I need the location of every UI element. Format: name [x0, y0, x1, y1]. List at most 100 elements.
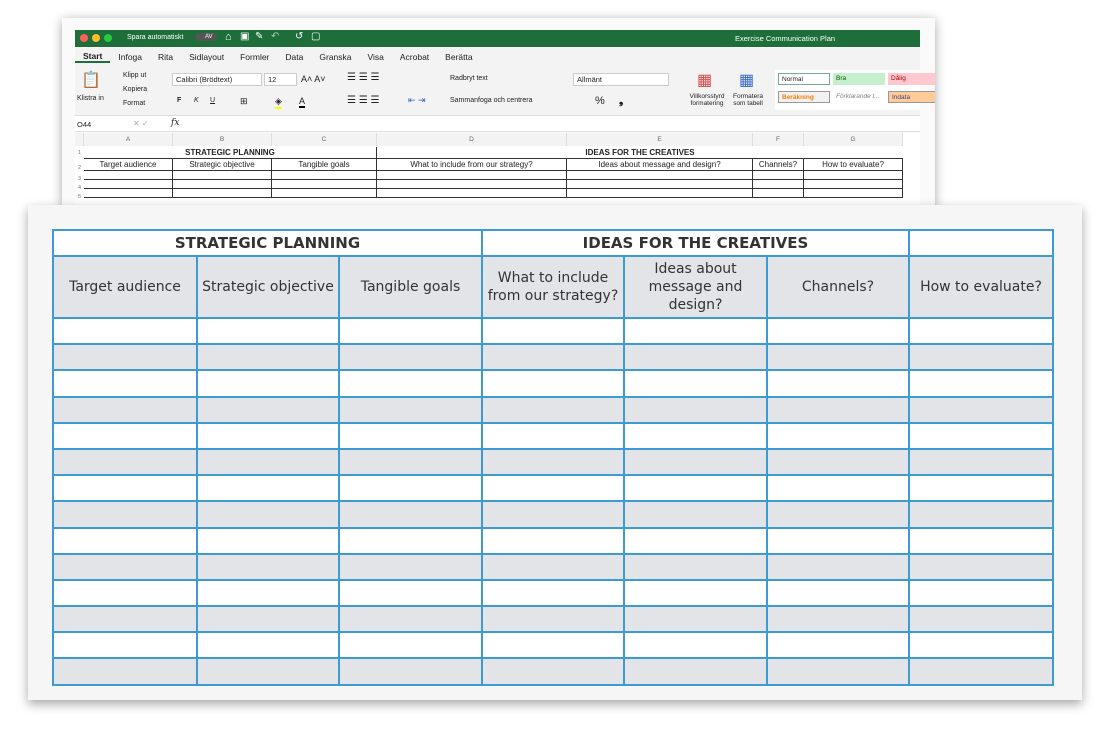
table-cell[interactable] — [908, 631, 1054, 660]
table-cell[interactable] — [908, 316, 1054, 346]
column-header-b[interactable]: B — [173, 133, 272, 146]
sheet-cell[interactable] — [804, 189, 903, 198]
table-cell[interactable] — [623, 421, 768, 450]
table-cell[interactable] — [52, 605, 198, 634]
table-cell[interactable] — [196, 316, 340, 346]
table-cell[interactable] — [766, 343, 910, 372]
sheet-cell[interactable] — [272, 180, 377, 189]
table-cell[interactable] — [481, 552, 625, 581]
table-cell[interactable] — [766, 369, 910, 398]
table-cell[interactable] — [623, 526, 768, 555]
table-cell[interactable] — [766, 500, 910, 529]
cell-channels[interactable]: Channels? — [753, 159, 804, 171]
table-cell[interactable] — [338, 657, 483, 686]
column-header-c[interactable]: C — [272, 133, 377, 146]
comma-button[interactable]: ❟ — [619, 95, 623, 108]
table-cell[interactable] — [481, 369, 625, 398]
style-bra[interactable]: Bra — [833, 73, 885, 85]
save-icon[interactable]: ▣ — [240, 31, 249, 42]
column-header-a[interactable]: A — [84, 133, 173, 146]
sheet-cell[interactable] — [84, 180, 173, 189]
row-number[interactable]: 3 — [75, 176, 84, 182]
sheet-cell[interactable] — [173, 171, 272, 180]
table-cell[interactable] — [196, 552, 340, 581]
table-cell[interactable] — [766, 395, 910, 424]
table-cell[interactable] — [481, 395, 625, 424]
row-number[interactable]: 1 — [75, 150, 84, 156]
table-cell[interactable] — [481, 605, 625, 634]
cell-target-audience[interactable]: Target audience — [84, 159, 173, 171]
undo-icon[interactable]: ↶ — [271, 31, 279, 42]
tab-infoga[interactable]: Infoga — [110, 52, 150, 62]
align-top-icons[interactable]: ☰ ☰ ☰ — [347, 72, 379, 83]
paste-button[interactable]: Klistra in — [77, 95, 104, 102]
redo-icon[interactable]: ↺ — [295, 31, 303, 42]
table-cell[interactable] — [481, 421, 625, 450]
cell-strategic-objective[interactable]: Strategic objective — [173, 159, 272, 171]
table-cell[interactable] — [196, 578, 340, 608]
table-cell[interactable] — [481, 343, 625, 372]
table-cell[interactable] — [52, 500, 198, 529]
minimize-button[interactable] — [92, 34, 100, 42]
table-cell[interactable] — [196, 395, 340, 424]
zoom-button[interactable] — [104, 34, 112, 42]
table-cell[interactable] — [481, 500, 625, 529]
table-cell[interactable] — [338, 526, 483, 555]
sheet-cell[interactable] — [567, 180, 753, 189]
table-cell[interactable] — [908, 343, 1054, 372]
table-cell[interactable] — [908, 474, 1054, 503]
table-cell[interactable] — [338, 447, 483, 477]
table-cell[interactable] — [623, 578, 768, 608]
bold-button[interactable]: F — [177, 97, 181, 104]
table-cell[interactable] — [623, 395, 768, 424]
table-cell[interactable] — [908, 500, 1054, 529]
wrap-text-button[interactable]: Radbryt text — [450, 75, 488, 82]
table-cell[interactable] — [623, 631, 768, 660]
sheet-cell[interactable] — [173, 180, 272, 189]
sheet-cell[interactable] — [567, 189, 753, 198]
table-cell[interactable] — [52, 447, 198, 477]
sheet-cell[interactable] — [272, 171, 377, 180]
table-cell[interactable] — [52, 578, 198, 608]
table-cell[interactable] — [196, 605, 340, 634]
style-indata[interactable]: Indata — [888, 91, 935, 103]
cell-ideas-message[interactable]: Ideas about message and design? — [567, 159, 753, 171]
table-cell[interactable] — [196, 631, 340, 660]
underline-button[interactable]: U — [210, 97, 215, 104]
table-cell[interactable] — [196, 657, 340, 686]
new-doc-icon[interactable]: ▢ — [311, 31, 320, 42]
sheet-cell[interactable] — [173, 189, 272, 198]
table-cell[interactable] — [196, 369, 340, 398]
copy-button[interactable]: Kopiera — [123, 86, 147, 93]
indent-icons[interactable]: ⇤ ⇥ — [408, 95, 426, 106]
sheet-cell[interactable] — [377, 180, 567, 189]
table-cell[interactable] — [766, 447, 910, 477]
number-format-select[interactable]: Allmänt — [573, 73, 669, 86]
table-cell[interactable] — [481, 631, 625, 660]
table-cell[interactable] — [196, 343, 340, 372]
table-cell[interactable] — [196, 500, 340, 529]
table-cell[interactable] — [196, 421, 340, 450]
table-cell[interactable] — [766, 474, 910, 503]
table-cell[interactable] — [766, 578, 910, 608]
fill-color-icon[interactable]: ◈ — [275, 96, 282, 109]
tab-acrobat[interactable]: Acrobat — [392, 52, 437, 62]
cell-ideas-creatives[interactable]: IDEAS FOR THE CREATIVES — [377, 147, 903, 159]
sheet-cell[interactable] — [84, 171, 173, 180]
table-cell[interactable] — [481, 316, 625, 346]
tab-data[interactable]: Data — [277, 52, 311, 62]
sheet-cell[interactable] — [84, 189, 173, 198]
table-cell[interactable] — [338, 343, 483, 372]
tab-visa[interactable]: Visa — [359, 52, 391, 62]
paste-icon[interactable]: 📋 — [81, 70, 101, 90]
table-cell[interactable] — [338, 316, 483, 346]
table-cell[interactable] — [481, 447, 625, 477]
style-forklarande[interactable]: Förklarande t... — [833, 91, 885, 103]
sheet-cell[interactable] — [377, 189, 567, 198]
table-cell[interactable] — [481, 474, 625, 503]
table-cell[interactable] — [481, 526, 625, 555]
table-cell[interactable] — [338, 474, 483, 503]
table-cell[interactable] — [623, 369, 768, 398]
format-table-icon[interactable]: ▦ — [739, 70, 754, 90]
table-cell[interactable] — [623, 316, 768, 346]
